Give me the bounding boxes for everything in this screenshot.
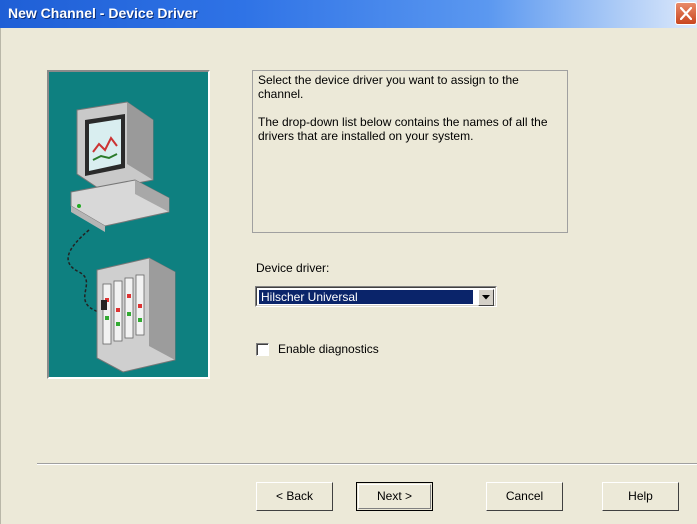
dialog-window: New Channel - Device Driver Select the d… [0,0,697,524]
button-separator [37,463,697,465]
instructions-text-2: The drop-down list below contains the na… [258,115,548,143]
instructions-text-1: Select the device driver you want to ass… [258,73,519,101]
help-button[interactable]: Help [602,482,679,511]
enable-diagnostics-label[interactable]: Enable diagnostics [278,342,379,356]
next-button-label: Next > [376,489,412,503]
back-button[interactable]: < Back [256,482,333,511]
close-icon [680,7,692,20]
dropdown-button[interactable] [478,289,494,306]
window-title: New Channel - Device Driver [8,5,198,21]
computer-illustration-icon [67,101,176,373]
back-button-label: < Back [275,489,314,503]
close-button[interactable] [675,2,697,25]
title-bar[interactable]: New Channel - Device Driver [0,0,697,28]
next-button[interactable]: Next > [356,482,433,511]
computer-and-device-illustration [47,70,210,379]
device-driver-dropdown[interactable]: Hilscher Universal [255,286,497,307]
device-driver-label: Device driver: [256,261,330,275]
cancel-button-label: Cancel [505,489,544,503]
chevron-down-icon [482,295,490,300]
help-button-label: Help [628,489,653,503]
cancel-button[interactable]: Cancel [486,482,563,511]
device-driver-selected-value: Hilscher Universal [259,290,473,304]
instructions-box: Select the device driver you want to ass… [252,70,568,233]
dialog-body: Select the device driver you want to ass… [0,28,697,524]
enable-diagnostics-checkbox[interactable] [256,343,269,356]
